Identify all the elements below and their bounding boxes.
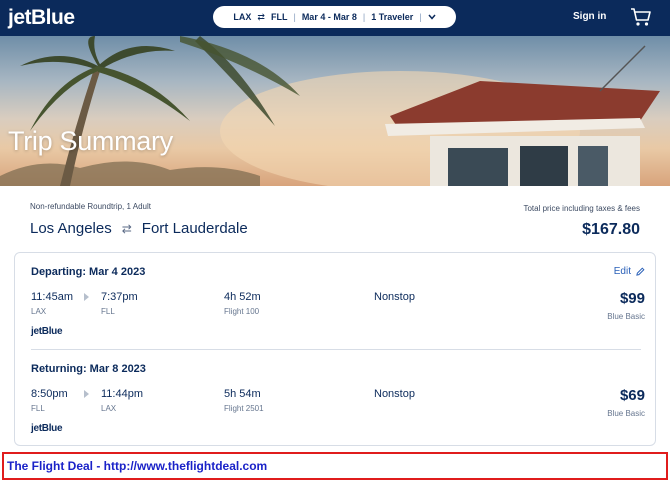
destination-city: Fort Lauderdale — [141, 220, 248, 237]
leg-title: Departing: Mar 4 2023 — [31, 266, 146, 278]
hero-banner: Trip Summary — [0, 36, 670, 186]
sign-in-link[interactable]: Sign in — [573, 11, 606, 22]
route-heading: Los Angeles ⇄ Fort Lauderdale — [30, 220, 248, 237]
edit-button[interactable]: Edit — [614, 266, 645, 277]
returning-leg: Returning: Mar 8 2023 8:50pm FLL 11:44pm… — [15, 350, 657, 446]
departure-time: 8:50pm — [31, 388, 68, 400]
flight-duration: 5h 54m — [224, 388, 261, 400]
fare-class: Blue Basic — [607, 312, 645, 321]
total-price: $167.80 — [582, 221, 640, 238]
departure-airport: FLL — [31, 404, 45, 413]
fare-price: $99 — [619, 290, 645, 307]
airline-logo: jetBlue — [31, 423, 63, 434]
stops: Nonstop — [374, 388, 415, 400]
fare-class: Blue Basic — [607, 409, 645, 418]
fare-price: $69 — [619, 387, 645, 404]
jetblue-logo[interactable]: jetBlue — [8, 6, 75, 30]
airline-logo: jetBlue — [31, 326, 63, 337]
edit-label: Edit — [613, 266, 631, 277]
top-nav: jetBlue LAX ⇄ FLL | Mar 4 - Mar 8 | 1 Tr… — [0, 0, 670, 36]
flights-card: Departing: Mar 4 2023 Edit 11:45am LAX 7… — [14, 252, 656, 446]
origin-city: Los Angeles — [30, 220, 112, 237]
departing-leg: Departing: Mar 4 2023 Edit 11:45am LAX 7… — [15, 253, 657, 349]
search-dates: Mar 4 - Mar 8 — [301, 12, 357, 22]
swap-icon: ⇄ — [121, 221, 132, 236]
swap-icon: ⇄ — [257, 11, 265, 22]
arrival-airport: FLL — [101, 307, 115, 316]
leg-title: Returning: Mar 8 2023 — [31, 363, 146, 375]
arrow-right-icon — [84, 293, 89, 301]
departure-airport: LAX — [31, 307, 47, 316]
trip-meta: Non-refundable Roundtrip, 1 Adult — [30, 202, 151, 211]
separator: | — [293, 12, 296, 22]
total-price-label: Total price including taxes & fees — [523, 204, 640, 213]
separator: | — [362, 12, 366, 22]
flight-number: Flight 100 — [224, 307, 260, 316]
search-destination: FLL — [270, 12, 288, 22]
search-origin: LAX — [233, 12, 252, 22]
search-travelers: 1 Traveler — [371, 12, 414, 22]
trip-summary-panel: Non-refundable Roundtrip, 1 Adult Los An… — [8, 186, 662, 450]
separator: | — [419, 12, 422, 22]
arrow-right-icon — [84, 390, 89, 398]
credit-banner: The Flight Deal - http://www.theflightde… — [2, 452, 668, 480]
credit-text: The Flight Deal - http://www.theflightde… — [7, 459, 268, 473]
departure-time: 11:45am — [31, 291, 73, 303]
pencil-icon — [636, 267, 645, 276]
chevron-down-icon[interactable] — [428, 14, 436, 20]
page-title: Trip Summary — [8, 126, 173, 156]
flight-duration: 4h 52m — [224, 291, 261, 303]
stops: Nonstop — [374, 291, 415, 303]
cart-icon[interactable] — [630, 6, 652, 28]
hero-photo — [0, 36, 660, 186]
arrival-airport: LAX — [101, 404, 117, 413]
flight-search-pill[interactable]: LAX ⇄ FLL | Mar 4 - Mar 8 | 1 Traveler | — [213, 6, 456, 28]
arrival-time: 7:37pm — [101, 291, 138, 303]
arrival-time: 11:44pm — [101, 388, 143, 400]
flight-number: Flight 2501 — [224, 404, 264, 413]
